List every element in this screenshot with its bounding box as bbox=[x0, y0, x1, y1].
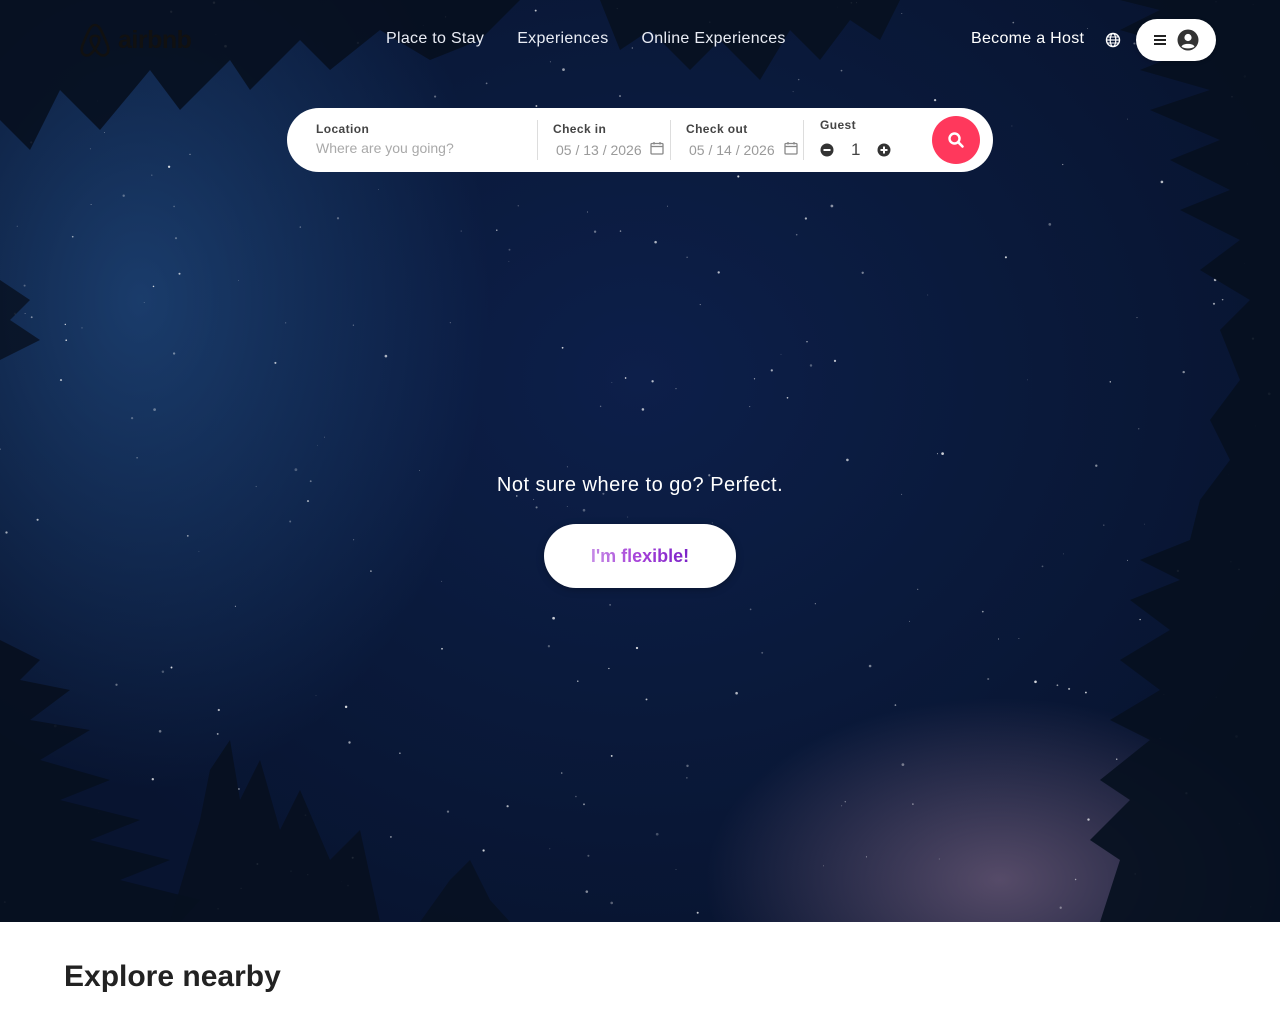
nav-online-experiences[interactable]: Online Experiences bbox=[642, 30, 786, 48]
search-icon bbox=[948, 132, 964, 148]
check-out-field[interactable]: Check out 05 / 14 / 2026 bbox=[686, 108, 806, 172]
search-button[interactable] bbox=[932, 116, 980, 164]
search-bar: Location Check in 05 / 13 / 2026 Check o… bbox=[287, 108, 993, 172]
calendar-icon[interactable] bbox=[784, 141, 798, 155]
airbnb-logo-icon bbox=[80, 23, 110, 57]
plus-circle-icon[interactable] bbox=[877, 143, 891, 157]
guest-field: Guest bbox=[820, 108, 920, 172]
hamburger-icon bbox=[1154, 35, 1166, 45]
location-field[interactable]: Location bbox=[316, 108, 536, 172]
user-menu-button[interactable] bbox=[1136, 19, 1216, 61]
divider bbox=[537, 120, 538, 160]
check-out-label: Check out bbox=[686, 122, 748, 136]
airbnb-logo[interactable]: airbnb bbox=[78, 22, 192, 58]
become-a-host-link[interactable]: Become a Host bbox=[971, 30, 1084, 48]
hero-background: airbnb Place to Stay Experiences Online … bbox=[0, 0, 1280, 922]
hero-tagline: Not sure where to go? Perfect. bbox=[496, 474, 784, 496]
check-in-field[interactable]: Check in 05 / 13 / 2026 bbox=[553, 108, 673, 172]
minus-circle-icon[interactable] bbox=[820, 143, 834, 157]
explore-nearby-title: Explore nearby bbox=[64, 960, 281, 993]
calendar-icon[interactable] bbox=[650, 141, 664, 155]
check-in-value[interactable]: 05 / 13 / 2026 bbox=[556, 142, 642, 158]
nav-place-to-stay[interactable]: Place to Stay bbox=[386, 30, 484, 48]
guest-count: 1 bbox=[851, 140, 861, 159]
location-input[interactable] bbox=[316, 140, 516, 156]
im-flexible-label: I'm flexible! bbox=[590, 545, 690, 566]
main-nav: Place to Stay Experiences Online Experie… bbox=[386, 30, 786, 48]
globe-icon[interactable] bbox=[1105, 32, 1121, 48]
im-flexible-button[interactable]: I'm flexible! bbox=[544, 524, 736, 588]
divider bbox=[670, 120, 671, 160]
user-circle-icon bbox=[1177, 29, 1199, 51]
check-in-label: Check in bbox=[553, 122, 607, 136]
guest-label: Guest bbox=[820, 118, 857, 132]
location-label: Location bbox=[316, 122, 370, 136]
logo-text: airbnb bbox=[118, 25, 192, 54]
check-out-value[interactable]: 05 / 14 / 2026 bbox=[689, 142, 775, 158]
divider bbox=[803, 120, 804, 160]
nav-experiences[interactable]: Experiences bbox=[517, 30, 608, 48]
